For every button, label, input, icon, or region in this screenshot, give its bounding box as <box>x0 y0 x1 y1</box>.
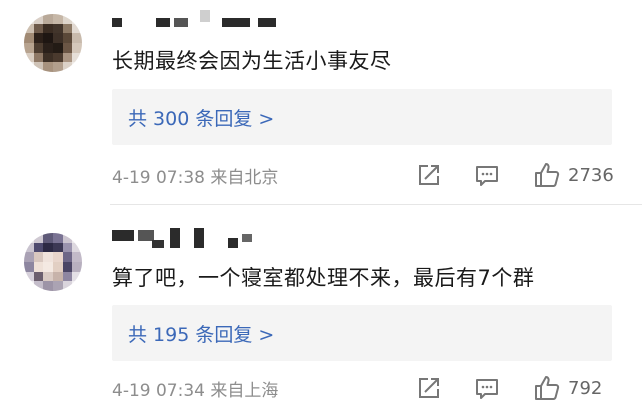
comment-button[interactable] <box>472 160 502 190</box>
like-button[interactable]: 792 <box>532 373 602 403</box>
comment-text: 长期最终会因为生活小事友尽 <box>112 49 392 73</box>
comment-item: 算了吧，一个寝室都处理不来，最后有7个群 共 195 条回复 > 4-19 07… <box>0 205 642 406</box>
like-button[interactable]: 2736 <box>532 160 614 190</box>
like-count: 792 <box>568 377 603 399</box>
reply-box[interactable]: 共 300 条回复 > <box>112 89 612 145</box>
view-replies-link[interactable]: 共 300 条回复 > <box>128 104 274 131</box>
view-replies-link[interactable]: 共 195 条回复 > <box>128 320 274 347</box>
share-icon <box>419 165 439 185</box>
avatar[interactable] <box>24 14 82 72</box>
like-count: 2736 <box>568 164 614 186</box>
comment-meta: 4-19 07:34 来自上海 <box>112 381 279 401</box>
thumbs-up-icon <box>535 376 560 400</box>
reply-box[interactable]: 共 195 条回复 > <box>112 305 612 361</box>
share-button[interactable] <box>414 373 444 403</box>
comment-icon <box>476 166 498 186</box>
comment-text: 算了吧，一个寝室都处理不来，最后有7个群 <box>112 266 535 290</box>
comment-meta: 4-19 07:38 来自北京 <box>112 168 279 188</box>
comment-icon <box>476 379 498 399</box>
avatar[interactable] <box>24 233 82 291</box>
share-icon <box>419 378 439 398</box>
share-button[interactable] <box>414 160 444 190</box>
comment-button[interactable] <box>472 373 502 403</box>
comment-item: 长期最终会因为生活小事友尽 共 300 条回复 > 4-19 07:38 来自北… <box>0 0 642 205</box>
thumbs-up-icon <box>535 163 560 187</box>
